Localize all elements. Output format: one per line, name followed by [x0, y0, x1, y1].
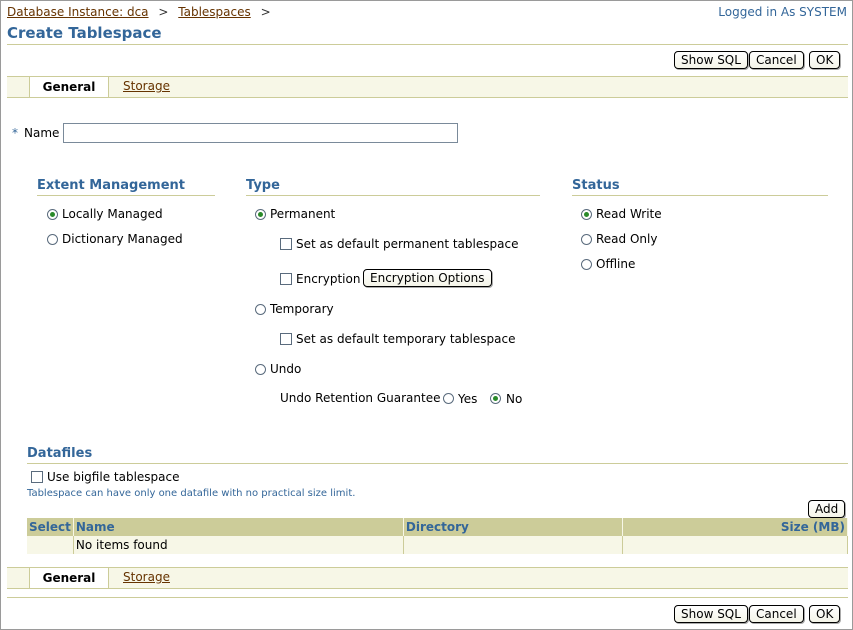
bottom-tab-storage[interactable]: Storage: [123, 570, 170, 584]
encryption-label: Encryption: [296, 272, 361, 286]
bottom-cancel-button[interactable]: Cancel: [749, 605, 804, 623]
undo-retention-label: Undo Retention Guarantee: [280, 391, 441, 405]
undo-retention-no-label: No: [506, 392, 523, 406]
bottom-tab-general[interactable]: General: [29, 567, 109, 588]
extent-management-heading: Extent Management: [37, 178, 185, 193]
breadcrumb-tablespaces[interactable]: Tablespaces: [178, 5, 251, 19]
title-divider: [7, 44, 848, 45]
default-temporary-label: Set as default temporary tablespace: [296, 332, 516, 346]
datafiles-heading: Datafiles: [27, 446, 93, 461]
logged-in-label: Logged in As SYSTEM: [718, 5, 847, 19]
cell-select: [27, 536, 74, 554]
type-divider: [246, 195, 540, 196]
column-select: Select: [27, 518, 74, 536]
breadcrumb-separator: >: [260, 5, 271, 19]
cell-size: [622, 536, 849, 554]
type-heading: Type: [246, 178, 280, 193]
table-row: No items found: [27, 536, 849, 554]
encryption-checkbox[interactable]: [280, 273, 292, 285]
status-divider: [572, 195, 828, 196]
permanent-radio[interactable]: [255, 209, 266, 220]
column-name[interactable]: Name: [73, 518, 404, 536]
cancel-button[interactable]: Cancel: [749, 51, 804, 69]
cell-directory: [403, 536, 623, 554]
read-write-radio[interactable]: [581, 209, 592, 220]
bottom-ok-button[interactable]: OK: [809, 605, 841, 623]
breadcrumb: Database Instance: dca > Tablespaces >: [7, 5, 271, 19]
tab-bar: General Storage: [7, 76, 848, 98]
required-mark: *: [12, 126, 18, 140]
encryption-options-button[interactable]: Encryption Options: [363, 269, 492, 287]
breadcrumb-separator: >: [158, 5, 169, 19]
column-directory[interactable]: Directory: [403, 518, 623, 536]
ok-button[interactable]: OK: [809, 51, 841, 69]
datafiles-divider: [27, 463, 848, 464]
column-size[interactable]: Size (MB): [622, 518, 849, 536]
read-write-label: Read Write: [596, 207, 662, 221]
table-header-row: Select Name Directory Size (MB): [27, 518, 849, 536]
bigfile-label: Use bigfile tablespace: [47, 470, 180, 484]
undo-label: Undo: [270, 362, 302, 376]
tab-storage[interactable]: Storage: [123, 79, 170, 93]
dictionary-managed-radio[interactable]: [47, 234, 58, 245]
default-temporary-checkbox[interactable]: [280, 333, 292, 345]
page-title: Create Tablespace: [7, 24, 162, 42]
default-permanent-checkbox[interactable]: [280, 238, 292, 250]
locally-managed-label: Locally Managed: [62, 207, 163, 221]
undo-retention-no-radio[interactable]: [490, 393, 501, 404]
offline-label: Offline: [596, 257, 636, 271]
status-heading: Status: [572, 178, 620, 193]
offline-radio[interactable]: [581, 259, 592, 270]
bottom-divider: [7, 597, 848, 598]
read-only-label: Read Only: [596, 232, 658, 246]
breadcrumb-database-instance[interactable]: Database Instance: dca: [7, 5, 149, 19]
locally-managed-radio[interactable]: [47, 209, 58, 220]
bottom-show-sql-button[interactable]: Show SQL: [674, 605, 748, 623]
undo-radio[interactable]: [255, 364, 266, 375]
read-only-radio[interactable]: [581, 234, 592, 245]
name-label: Name: [24, 126, 60, 140]
extent-divider: [37, 195, 215, 196]
name-input[interactable]: [63, 123, 458, 143]
undo-retention-yes-radio[interactable]: [443, 393, 454, 404]
add-button[interactable]: Add: [808, 500, 846, 518]
bottom-tab-bar: General Storage: [7, 567, 848, 589]
empty-message: No items found: [73, 536, 404, 554]
datafiles-table: Select Name Directory Size (MB) No items…: [27, 518, 849, 554]
temporary-radio[interactable]: [255, 304, 266, 315]
tab-general[interactable]: General: [29, 76, 109, 97]
temporary-label: Temporary: [270, 302, 334, 316]
show-sql-button[interactable]: Show SQL: [674, 51, 748, 69]
dictionary-managed-label: Dictionary Managed: [62, 232, 183, 246]
bigfile-checkbox[interactable]: [31, 471, 43, 483]
bigfile-hint: Tablespace can have only one datafile wi…: [27, 488, 356, 499]
permanent-label: Permanent: [270, 207, 336, 221]
undo-retention-yes-label: Yes: [458, 392, 478, 406]
default-permanent-label: Set as default permanent tablespace: [296, 237, 519, 251]
